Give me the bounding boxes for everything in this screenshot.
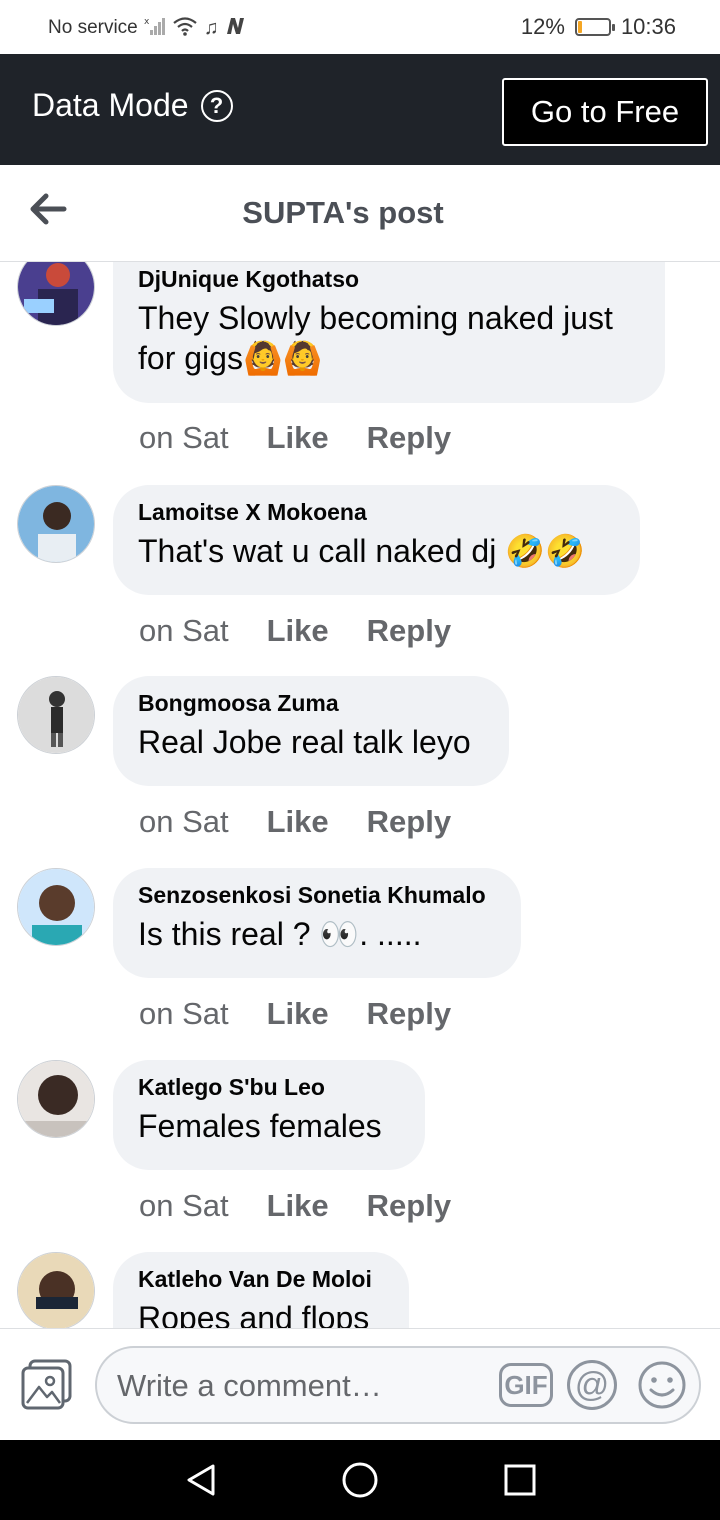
reply-button[interactable]: Reply bbox=[367, 1188, 451, 1224]
emoji-icon[interactable] bbox=[637, 1360, 687, 1410]
reply-button[interactable]: Reply bbox=[367, 613, 451, 649]
data-mode-bar: Data Mode ? Go to Free bbox=[0, 54, 720, 165]
comment-bubble[interactable]: Lamoitse X Mokoena That's wat u call nak… bbox=[113, 485, 640, 595]
like-button[interactable]: Like bbox=[267, 996, 329, 1032]
comment-bubble[interactable]: Bongmoosa Zuma Real Jobe real talk leyo bbox=[113, 676, 509, 786]
reply-button[interactable]: Reply bbox=[367, 420, 451, 456]
like-button[interactable]: Like bbox=[267, 420, 329, 456]
comment-bubble[interactable]: Senzosenkosi Sonetia Khumalo Is this rea… bbox=[113, 868, 521, 978]
comment-time[interactable]: on Sat bbox=[139, 613, 229, 649]
comment-actions: on Sat Like Reply bbox=[139, 996, 451, 1032]
like-button[interactable]: Like bbox=[267, 1188, 329, 1224]
comment-time[interactable]: on Sat bbox=[139, 420, 229, 456]
comment-author[interactable]: Senzosenkosi Sonetia Khumalo bbox=[138, 878, 495, 912]
battery-icon bbox=[574, 18, 615, 36]
comment-placeholder: Write a comment… bbox=[117, 1368, 382, 1403]
svg-text:x: x bbox=[144, 17, 150, 27]
data-mode-title[interactable]: Data Mode ? bbox=[32, 87, 233, 124]
comment-author[interactable]: Katlego S'bu Leo bbox=[138, 1070, 399, 1104]
carrier-text: No service bbox=[48, 17, 138, 38]
go-to-free-button[interactable]: Go to Free bbox=[502, 78, 708, 146]
status-bar: No service x ♫ 12% 10:36 bbox=[0, 0, 720, 54]
comment-actions: on Sat Like Reply bbox=[139, 1188, 451, 1224]
battery-fill bbox=[577, 21, 582, 33]
avatar[interactable] bbox=[17, 485, 95, 563]
comment-text: They Slowly becoming naked just for gigs… bbox=[138, 300, 613, 376]
system-nav-bar bbox=[0, 1440, 720, 1520]
gif-icon[interactable]: GIF bbox=[499, 1363, 553, 1407]
comment-text: Females females bbox=[138, 1108, 382, 1144]
back-nav-icon[interactable] bbox=[181, 1460, 221, 1500]
comment-author[interactable]: Lamoitse X Mokoena bbox=[138, 495, 614, 529]
comment-time[interactable]: on Sat bbox=[139, 804, 229, 840]
comment-time[interactable]: on Sat bbox=[139, 1188, 229, 1224]
comment-actions: on Sat Like Reply bbox=[139, 420, 451, 456]
comment-actions: on Sat Like Reply bbox=[139, 804, 451, 840]
post-header: SUPTA's post bbox=[0, 165, 720, 262]
comment-input[interactable]: Write a comment… GIF @ bbox=[95, 1346, 701, 1424]
status-left: No service x ♫ bbox=[48, 16, 245, 40]
data-mode-label: Data Mode bbox=[32, 87, 189, 123]
comment-bubble[interactable]: Katlego S'bu Leo Females females bbox=[113, 1060, 425, 1170]
avatar[interactable] bbox=[17, 868, 95, 946]
wifi-icon bbox=[172, 16, 198, 40]
comment-bubble[interactable]: DjUnique Kgothatso They Slowly becoming … bbox=[113, 262, 665, 403]
home-nav-icon[interactable] bbox=[340, 1460, 380, 1500]
mention-icon[interactable]: @ bbox=[567, 1360, 617, 1410]
recents-nav-icon[interactable] bbox=[500, 1460, 540, 1500]
music-note-icon: ♫ bbox=[203, 17, 219, 39]
comment-text: That's wat u call naked dj 🤣🤣 bbox=[138, 533, 585, 569]
comment-list: DjUnique Kgothatso They Slowly becoming … bbox=[0, 262, 720, 1328]
like-button[interactable]: Like bbox=[267, 804, 329, 840]
battery-percent: 12% bbox=[520, 14, 565, 39]
photo-icon[interactable] bbox=[20, 1359, 74, 1411]
like-button[interactable]: Like bbox=[267, 613, 329, 649]
n-app-icon bbox=[225, 16, 245, 40]
comment-actions: on Sat Like Reply bbox=[139, 613, 451, 649]
avatar[interactable] bbox=[17, 1060, 95, 1138]
reply-button[interactable]: Reply bbox=[367, 804, 451, 840]
no-signal-icon: x bbox=[144, 16, 166, 40]
comment-text: Real Jobe real talk leyo bbox=[138, 724, 471, 760]
comment-author[interactable]: Katleho Van De Moloi bbox=[138, 1262, 383, 1296]
clock: 10:36 bbox=[620, 14, 676, 39]
comment-text: Is this real ? 👀. ..... bbox=[138, 916, 422, 952]
avatar[interactable] bbox=[17, 1252, 95, 1328]
comment-composer: Write a comment… GIF @ bbox=[0, 1328, 720, 1440]
comment-time[interactable]: on Sat bbox=[139, 996, 229, 1032]
comment-bubble[interactable]: Katleho Van De Moloi Ropes and flops bbox=[113, 1252, 409, 1328]
status-right: 12% 10:36 bbox=[521, 14, 676, 40]
comment-author[interactable]: Bongmoosa Zuma bbox=[138, 686, 483, 720]
reply-button[interactable]: Reply bbox=[367, 996, 451, 1032]
avatar[interactable] bbox=[17, 676, 95, 754]
help-icon[interactable]: ? bbox=[200, 89, 233, 122]
page-title: SUPTA's post bbox=[242, 195, 444, 230]
comment-author[interactable]: DjUnique Kgothatso bbox=[138, 262, 639, 296]
comment-text: Ropes and flops bbox=[138, 1300, 370, 1328]
avatar[interactable] bbox=[17, 262, 95, 326]
